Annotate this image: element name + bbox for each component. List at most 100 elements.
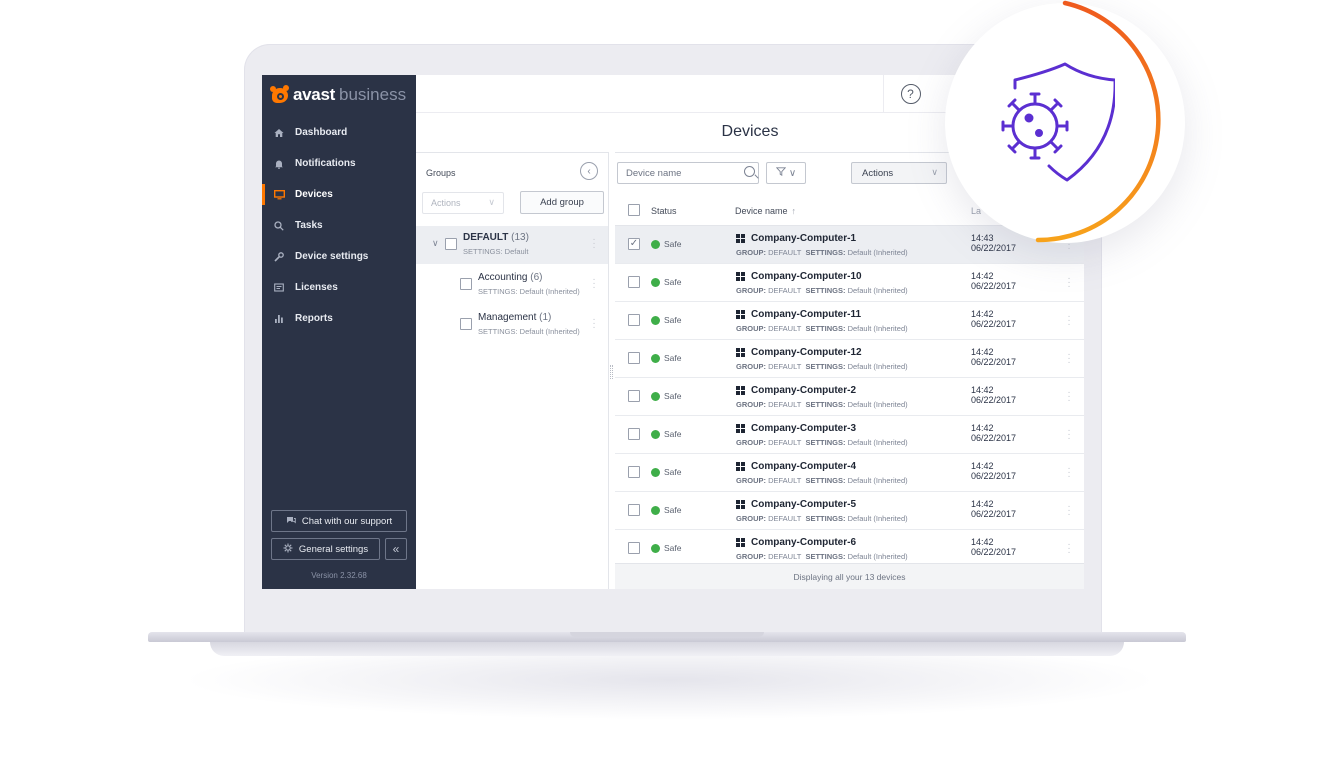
more-vertical-icon[interactable]: ···: [592, 315, 596, 333]
row-checkbox[interactable]: [628, 314, 640, 326]
chevron-down-icon: ∨: [931, 167, 938, 177]
status-text: Safe: [664, 467, 682, 477]
table-row[interactable]: Safe Company-Computer-5 GROUP: DEFAULT SET…: [615, 492, 1084, 530]
settings-key: SETTINGS:: [805, 324, 846, 333]
group-name: Accounting (6): [478, 272, 543, 283]
more-vertical-icon[interactable]: ···: [1067, 540, 1071, 558]
status-text: Safe: [664, 543, 682, 553]
more-vertical-icon[interactable]: ···: [1067, 312, 1071, 330]
sidebar-item-label: Tasks: [295, 220, 323, 231]
row-checkbox[interactable]: [628, 352, 640, 364]
groups-actions-dropdown[interactable]: Actions ∨: [422, 192, 504, 214]
last-seen-date: 06/22/2017: [971, 509, 1017, 519]
sidebar-item-dashboard[interactable]: Dashboard: [262, 117, 416, 148]
last-seen-time: 14:42: [971, 499, 994, 509]
sort-ascending-icon: ↑: [791, 206, 797, 216]
table-row[interactable]: Safe Company-Computer-12 GROUP: DEFAULT SE…: [615, 340, 1084, 378]
panel-resize-handle[interactable]: [610, 365, 613, 379]
laptop-notch: [570, 632, 764, 637]
table-row[interactable]: Safe Company-Computer-3 GROUP: DEFAULT SET…: [615, 416, 1084, 454]
filter-dropdown[interactable]: ∨: [766, 162, 806, 184]
add-group-button[interactable]: Add group: [520, 191, 604, 214]
device-name[interactable]: Company-Computer-6: [751, 537, 856, 548]
collapse-sidebar-button[interactable]: «: [385, 538, 407, 560]
group-settings: SETTINGS: Default: [463, 247, 529, 256]
column-device-name[interactable]: Device name ↑: [735, 206, 796, 216]
sidebar-item-reports[interactable]: Reports: [262, 303, 416, 334]
group-row-default[interactable]: ∨ DEFAULT (13) SETTINGS: Default · · ·: [416, 226, 608, 264]
chat-support-label: Chat with our support: [301, 515, 393, 527]
table-row[interactable]: Safe Company-Computer-4 GROUP: DEFAULT SET…: [615, 454, 1084, 492]
more-vertical-icon[interactable]: ···: [592, 275, 596, 293]
more-vertical-icon[interactable]: ···: [1067, 388, 1071, 406]
sidebar-item-devices[interactable]: Devices: [262, 179, 416, 210]
table-row[interactable]: Safe Company-Computer-11 GROUP: DEFAULT SE…: [615, 302, 1084, 340]
collapse-groups-button[interactable]: ‹: [580, 162, 598, 180]
general-settings-button[interactable]: General settings: [271, 538, 380, 560]
table-row[interactable]: Safe Company-Computer-10 GROUP: DEFAULT SE…: [615, 264, 1084, 302]
group-key: GROUP:: [736, 400, 766, 409]
device-group: DEFAULT: [768, 438, 802, 447]
row-checkbox[interactable]: [628, 542, 640, 554]
sidebar-nav: Dashboard Notifications Devices Tasks De…: [262, 117, 416, 334]
row-checkbox[interactable]: [628, 428, 640, 440]
chevron-down-icon[interactable]: ∨: [432, 238, 439, 249]
device-name[interactable]: Company-Computer-12: [751, 347, 862, 358]
windows-icon: [736, 462, 745, 471]
group-row-accounting[interactable]: Accounting (6) SETTINGS: Default (Inheri…: [416, 266, 608, 304]
device-name[interactable]: Company-Computer-10: [751, 271, 862, 282]
device-meta: GROUP: DEFAULT SETTINGS: Default (Inheri…: [736, 362, 908, 371]
row-checkbox[interactable]: ✓: [628, 238, 640, 250]
row-checkbox[interactable]: [628, 504, 640, 516]
row-checkbox[interactable]: [628, 390, 640, 402]
more-vertical-icon[interactable]: ···: [1067, 350, 1071, 368]
device-search-input[interactable]: Device name: [617, 162, 759, 184]
help-button[interactable]: ?: [883, 75, 937, 113]
sidebar-item-licenses[interactable]: Licenses: [262, 272, 416, 303]
virus-shield-icon: [1001, 62, 1115, 182]
last-seen-time: 14:42: [971, 385, 994, 395]
device-name[interactable]: Company-Computer-5: [751, 499, 856, 510]
group-count: (13): [511, 232, 529, 243]
more-vertical-icon[interactable]: ···: [1067, 502, 1071, 520]
device-name[interactable]: Company-Computer-4: [751, 461, 856, 472]
more-vertical-icon[interactable]: ···: [1067, 464, 1071, 482]
sidebar-item-label: Device settings: [295, 251, 369, 262]
group-checkbox[interactable]: [445, 238, 457, 250]
help-icon: ?: [900, 84, 921, 104]
devices-actions-dropdown[interactable]: Actions ∨: [851, 162, 947, 184]
table-row[interactable]: Safe Company-Computer-2 GROUP: DEFAULT SET…: [615, 378, 1084, 416]
device-name[interactable]: Company-Computer-3: [751, 423, 856, 434]
device-name[interactable]: Company-Computer-2: [751, 385, 856, 396]
device-meta: GROUP: DEFAULT SETTINGS: Default (Inheri…: [736, 324, 908, 333]
row-checkbox[interactable]: [628, 466, 640, 478]
group-row-management[interactable]: Management (1) SETTINGS: Default (Inheri…: [416, 306, 608, 344]
bar-chart-icon: [273, 313, 285, 325]
last-seen-date: 06/22/2017: [971, 395, 1017, 405]
device-group: DEFAULT: [768, 514, 802, 523]
device-name[interactable]: Company-Computer-11: [751, 309, 861, 320]
gear-icon: [283, 543, 293, 555]
group-checkbox[interactable]: [460, 318, 472, 330]
sidebar-item-notifications[interactable]: Notifications: [262, 148, 416, 179]
sidebar-item-tasks[interactable]: Tasks: [262, 210, 416, 241]
device-name[interactable]: Company-Computer-1: [751, 233, 856, 244]
column-status[interactable]: Status: [651, 206, 677, 216]
select-all-checkbox[interactable]: [628, 204, 640, 216]
avast-logo[interactable]: avast business: [270, 84, 406, 106]
sidebar-item-label: Devices: [295, 189, 333, 200]
more-vertical-icon[interactable]: ···: [592, 235, 596, 253]
device-settings: Default (Inherited): [847, 476, 908, 485]
device-group: DEFAULT: [768, 476, 802, 485]
device-count-footer: Displaying all your 13 devices: [615, 563, 1084, 589]
more-vertical-icon[interactable]: ···: [1067, 274, 1071, 292]
sidebar-item-device-settings[interactable]: Device settings: [262, 241, 416, 272]
status-text: Safe: [664, 505, 682, 515]
search-icon[interactable]: [744, 166, 755, 177]
more-vertical-icon[interactable]: ···: [1067, 426, 1071, 444]
chat-support-button[interactable]: Chat with our support: [271, 510, 407, 532]
group-key: GROUP:: [736, 476, 766, 485]
devices-actions-label: Actions: [862, 167, 894, 179]
group-checkbox[interactable]: [460, 278, 472, 290]
row-checkbox[interactable]: [628, 276, 640, 288]
